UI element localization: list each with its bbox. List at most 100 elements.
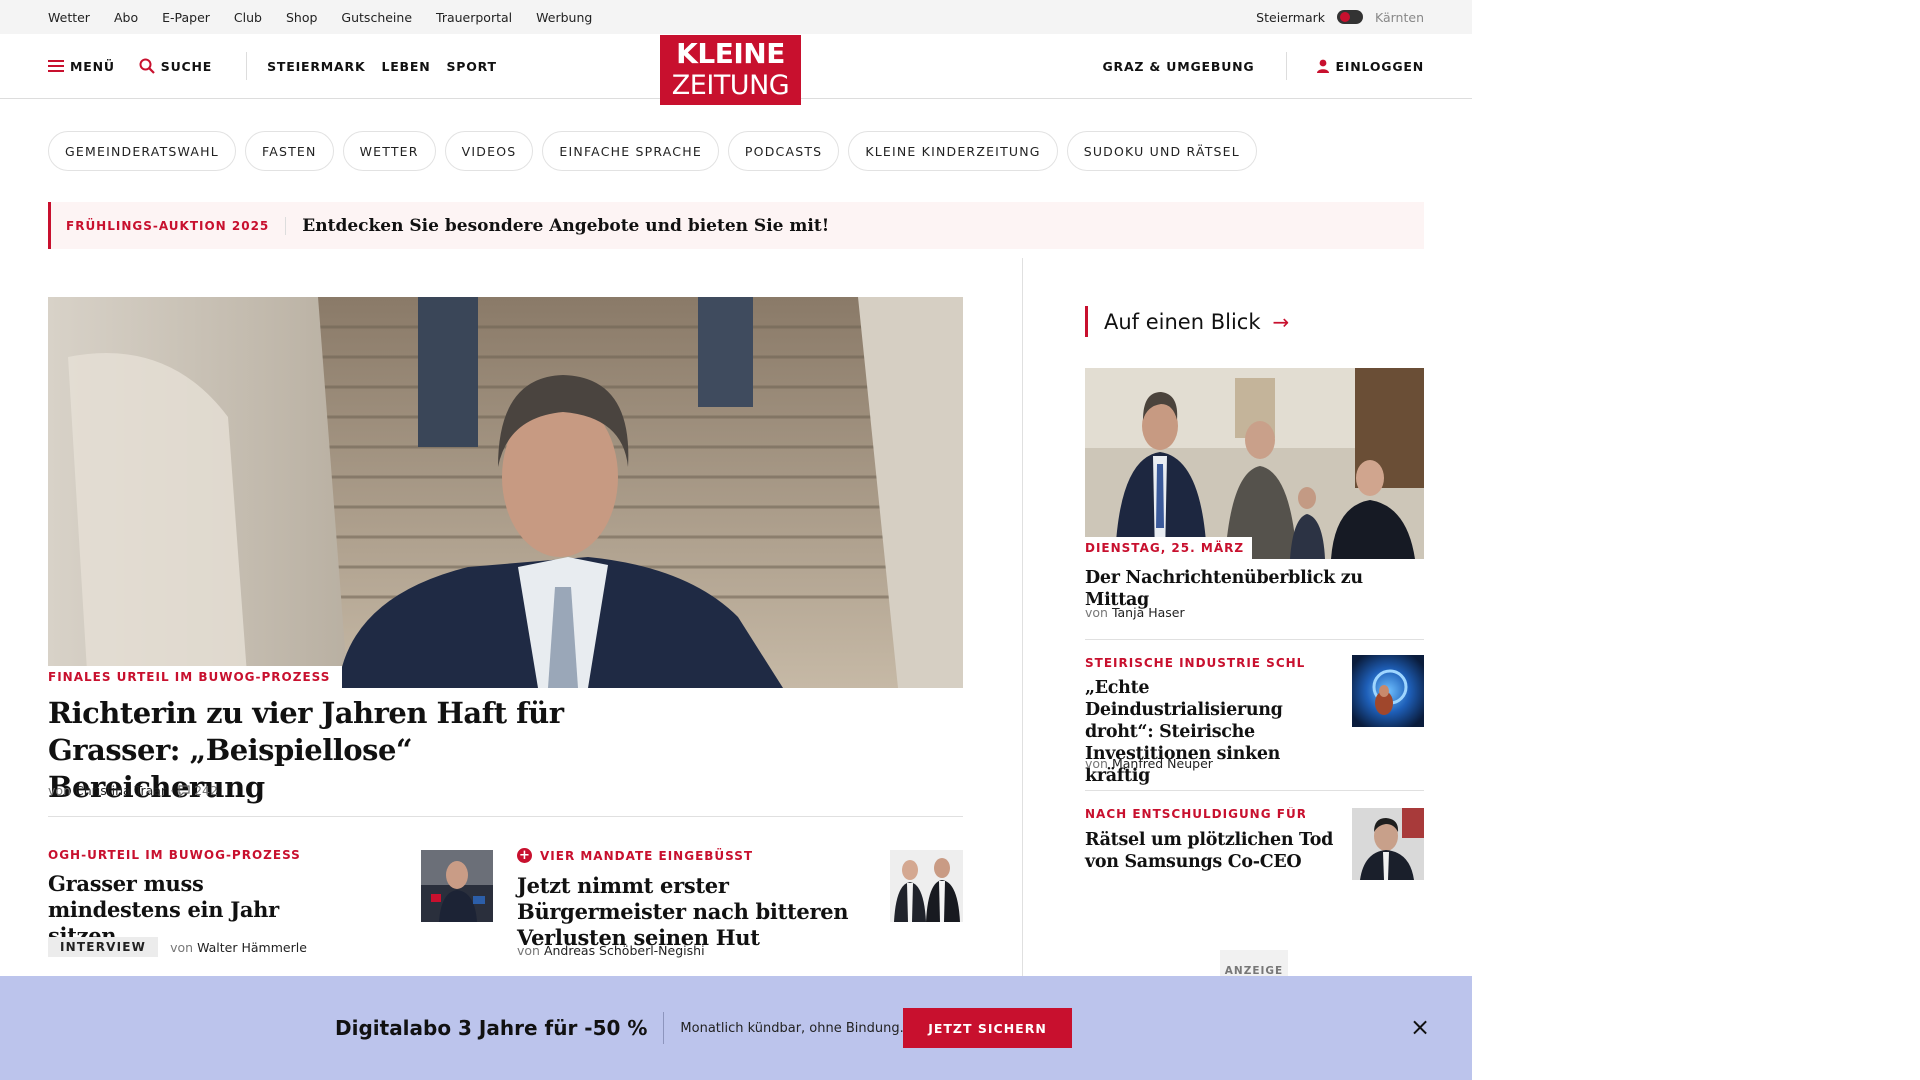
subscription-bar: Digitalabo 3 Jahre für -50 % Monatlich k… <box>0 976 1472 1080</box>
region-steiermark[interactable]: Steiermark <box>1256 10 1325 25</box>
sidebar-divider <box>1085 790 1424 791</box>
subscription-subtext: Monatlich kündbar, ohne Bindung. <box>680 1020 904 1036</box>
subscription-text: Digitalabo 3 Jahre für -50 % Monatlich k… <box>335 1008 904 1048</box>
chip-einfache-sprache[interactable]: EINFACHE SPRACHE <box>542 131 719 171</box>
promo-text: Entdecken Sie besondere Angebote und bie… <box>302 215 830 236</box>
page: Wetter Abo E-Paper Club Shop Gutscheine … <box>0 0 1472 1080</box>
logo-line-1: KLEINE <box>676 37 785 70</box>
sidebar-author[interactable]: Manfred Neuper <box>1112 756 1213 771</box>
site-logo[interactable]: KLEINE ZEITUNG <box>660 35 801 105</box>
arrow-right-icon: → <box>1272 309 1290 334</box>
column-divider <box>1022 258 1023 978</box>
region-toggle[interactable] <box>1337 10 1363 24</box>
utility-link-gutscheine[interactable]: Gutscheine <box>341 10 412 25</box>
utility-link-shop[interactable]: Shop <box>286 10 317 25</box>
chip-kinderzeitung[interactable]: KLEINE KINDERZEITUNG <box>848 131 1058 171</box>
sidebar-divider <box>1085 639 1424 640</box>
sidebar-thumb[interactable] <box>1352 655 1424 727</box>
sidebar-byline: von Manfred Neuper <box>1085 756 1213 771</box>
teaser-byline: von Andreas Schöberl-Negishi <box>517 943 705 958</box>
chip-gemeinderatswahl[interactable]: GEMEINDERATSWAHL <box>48 131 236 171</box>
byline-prefix: von <box>1085 756 1108 771</box>
header-left: MENÜ SUCHE STEIERMARK LEBEN SPORT <box>48 34 513 98</box>
menu-label: MENÜ <box>70 58 115 74</box>
utility-link-wetter[interactable]: Wetter <box>48 10 90 25</box>
header-divider-right <box>1286 52 1288 80</box>
byline-prefix: von <box>48 783 71 798</box>
teaser-photo <box>890 850 963 922</box>
utility-link-epaper[interactable]: E-Paper <box>162 10 210 25</box>
sidebar-feature-image[interactable] <box>1085 368 1424 559</box>
hamburger-icon <box>48 60 64 72</box>
sidebar-heading[interactable]: Auf einen Blick → <box>1085 306 1289 337</box>
location-link[interactable]: GRAZ & UMGEBUNG <box>1102 59 1254 74</box>
region-switch: Steiermark Kärnten <box>1256 0 1424 34</box>
page-gutter <box>1472 0 1920 1080</box>
utility-links: Wetter Abo E-Paper Club Shop Gutscheine … <box>48 0 616 34</box>
teaser-author[interactable]: Andreas Schöberl-Negishi <box>544 943 705 958</box>
sidebar-kicker: DIENSTAG, 25. MÄRZ <box>1085 537 1253 559</box>
logo-line-2: ZEITUNG <box>671 70 790 101</box>
search-button[interactable]: SUCHE <box>139 58 212 74</box>
search-icon <box>139 58 155 74</box>
utility-bar: Wetter Abo E-Paper Club Shop Gutscheine … <box>0 0 1472 34</box>
subscription-headline: Digitalabo 3 Jahre für -50 % <box>335 1012 665 1044</box>
nav-sport[interactable]: SPORT <box>446 59 496 74</box>
teaser-image[interactable] <box>421 850 493 922</box>
search-label: SUCHE <box>160 58 213 74</box>
byline-dot: · <box>170 783 175 798</box>
header-divider <box>246 52 248 80</box>
login-button[interactable]: EINLOGGEN <box>1317 59 1424 74</box>
interview-badge: INTERVIEW <box>48 937 159 957</box>
chip-wetter[interactable]: WETTER <box>342 131 436 171</box>
sidebar-thumb[interactable] <box>1352 808 1424 880</box>
utility-link-trauerportal[interactable]: Trauerportal <box>436 10 512 25</box>
promo-banner[interactable]: FRÜHLINGS-AUKTION 2025 Entdecken Sie bes… <box>48 202 1424 249</box>
teaser-byline: INTERVIEW von Walter Hämmerle <box>48 937 307 957</box>
teaser-kicker-group: + VIER MANDATE EINGEBÜSST <box>517 848 753 863</box>
byline-prefix: von <box>170 939 194 955</box>
teaser-image[interactable] <box>890 850 963 922</box>
comment-count[interactable]: 242 <box>194 783 218 798</box>
chip-fasten[interactable]: FASTEN <box>244 131 334 171</box>
region-kaernten[interactable]: Kärnten <box>1375 10 1424 25</box>
hero-photo <box>48 297 963 688</box>
nav-steiermark[interactable]: STEIERMARK <box>267 59 365 74</box>
hero-kicker: FINALES URTEIL IM BUWOG-PROZESS <box>48 666 343 688</box>
utility-link-abo[interactable]: Abo <box>114 10 138 25</box>
menu-button[interactable]: MENÜ <box>48 59 115 74</box>
teaser-kicker: VIER MANDATE EINGEBÜSST <box>540 848 754 863</box>
teaser-author[interactable]: Walter Hämmerle <box>197 940 307 955</box>
main-header: MENÜ SUCHE STEIERMARK LEBEN SPORT KLEINE… <box>0 34 1472 105</box>
hero-image[interactable] <box>48 297 963 688</box>
sidebar-kicker: STEIRISCHE INDUSTRIE SCHL... <box>1085 656 1305 670</box>
sidebar-heading-text: Auf einen Blick <box>1104 309 1261 334</box>
subscribe-button[interactable]: JETZT SICHERN <box>903 1008 1072 1048</box>
utility-link-club[interactable]: Club <box>234 10 262 25</box>
header-right: GRAZ & UMGEBUNG EINLOGGEN <box>1102 34 1424 98</box>
sidebar-author[interactable]: Tanja Haser <box>1112 605 1185 620</box>
hero-divider <box>48 816 963 817</box>
sidebar-thumb-photo <box>1352 808 1424 880</box>
nav-leben[interactable]: LEBEN <box>381 59 430 74</box>
sidebar-photo <box>1085 368 1424 559</box>
utility-link-werbung[interactable]: Werbung <box>536 10 592 25</box>
teaser-title[interactable]: Jetzt nimmt erster Bürgermeister nach bi… <box>517 873 897 951</box>
teaser-kicker: OGH-URTEIL IM BUWOG-PROZESS <box>48 848 301 862</box>
comment-icon <box>178 784 190 797</box>
user-icon <box>1317 59 1330 73</box>
hero-author[interactable]: Christina Traar <box>75 783 166 798</box>
sidebar-thumb-photo <box>1352 655 1424 727</box>
chip-sudoku[interactable]: SUDOKU UND RÄTSEL <box>1066 131 1257 171</box>
sidebar-title[interactable]: Rätsel um plötzlichen Tod von Samsungs C… <box>1085 829 1345 873</box>
close-icon[interactable]: × <box>1409 1015 1431 1039</box>
promo-tag: FRÜHLINGS-AUKTION 2025 <box>51 216 287 235</box>
chip-videos[interactable]: VIDEOS <box>444 131 534 171</box>
plus-icon: + <box>517 848 532 863</box>
sidebar-byline: von Tanja Haser <box>1085 605 1185 620</box>
byline-prefix: von <box>1085 605 1108 620</box>
toggle-knob <box>1340 12 1350 22</box>
chip-podcasts[interactable]: PODCASTS <box>727 131 840 171</box>
byline-group: von Walter Hämmerle <box>170 940 307 955</box>
topic-chips: GEMEINDERATSWAHL FASTEN WETTER VIDEOS EI… <box>48 131 1257 171</box>
